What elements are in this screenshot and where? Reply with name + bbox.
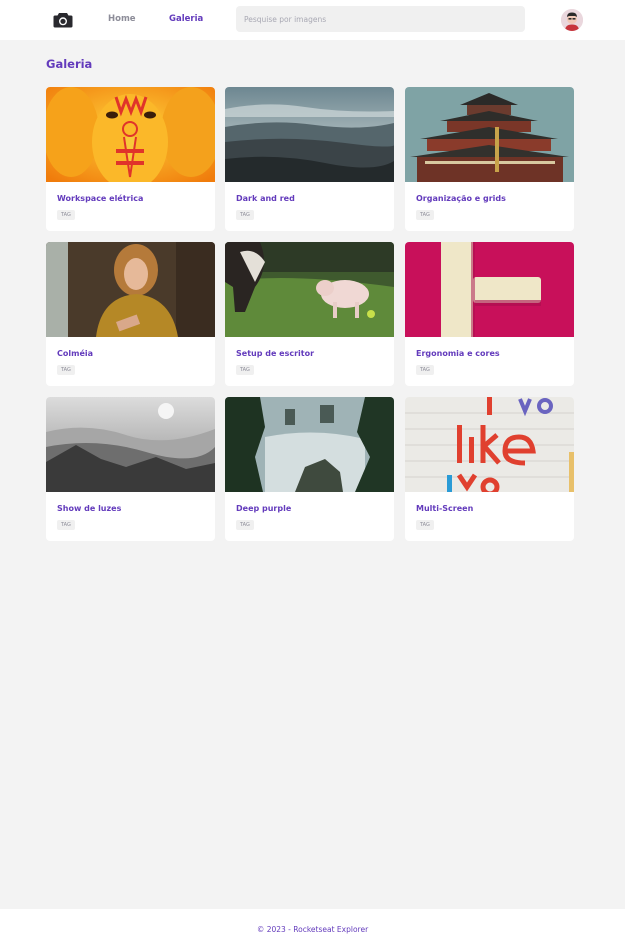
card-title: Ergonomia e cores — [416, 349, 500, 358]
card-tag[interactable]: TAG — [236, 365, 254, 375]
footer-copyright: © 2023 - Rocketseat Explorer — [256, 925, 369, 934]
card-image — [225, 242, 394, 337]
card-image — [46, 242, 215, 337]
card-title: Setup de escritor — [236, 349, 315, 358]
gallery-card[interactable]: Setup de escritor TAG — [225, 242, 394, 386]
card-title: Dark and red — [236, 194, 295, 203]
card-image — [46, 397, 215, 492]
nav-home-link[interactable]: Home — [108, 14, 136, 24]
page-title: Galeria — [46, 57, 93, 71]
card-title: Show de luzes — [57, 504, 122, 513]
card-image — [225, 397, 394, 492]
card-image — [405, 87, 574, 182]
card-title: Multi-Screen — [416, 504, 474, 513]
card-image — [225, 87, 394, 182]
gallery-grid: Workspace elétrica TAG Dark and red TAG — [46, 87, 575, 542]
gallery-card[interactable]: Multi-Screen TAG — [405, 397, 574, 541]
search-input[interactable] — [236, 6, 525, 32]
card-image — [405, 242, 574, 337]
card-tag[interactable]: TAG — [416, 365, 434, 375]
gallery-card[interactable]: Show de luzes TAG — [46, 397, 215, 541]
gallery-card[interactable]: Dark and red TAG — [225, 87, 394, 231]
card-title: Colméia — [57, 349, 94, 358]
card-tag[interactable]: TAG — [57, 365, 75, 375]
card-title: Organização e grids — [416, 194, 506, 203]
card-title: Workspace elétrica — [57, 194, 144, 203]
nav-gallery-link[interactable]: Galeria — [169, 14, 203, 24]
user-avatar[interactable] — [561, 9, 583, 31]
top-header: Home Galeria — [0, 0, 625, 40]
card-image — [405, 397, 574, 492]
card-tag[interactable]: TAG — [416, 520, 434, 530]
card-tag[interactable]: TAG — [236, 210, 254, 220]
gallery-card[interactable]: Deep purple TAG — [225, 397, 394, 541]
camera-icon[interactable] — [53, 12, 73, 28]
gallery-card[interactable]: Ergonomia e cores TAG — [405, 242, 574, 386]
card-title: Deep purple — [236, 504, 292, 513]
gallery-card[interactable]: Organização e grids TAG — [405, 87, 574, 231]
gallery-card[interactable]: Colméia TAG — [46, 242, 215, 386]
gallery-card[interactable]: Workspace elétrica TAG — [46, 87, 215, 231]
card-tag[interactable]: TAG — [57, 210, 75, 220]
card-image — [46, 87, 215, 182]
card-tag[interactable]: TAG — [416, 210, 434, 220]
card-tag[interactable]: TAG — [236, 520, 254, 530]
page-footer: © 2023 - Rocketseat Explorer — [0, 909, 625, 949]
card-tag[interactable]: TAG — [57, 520, 75, 530]
